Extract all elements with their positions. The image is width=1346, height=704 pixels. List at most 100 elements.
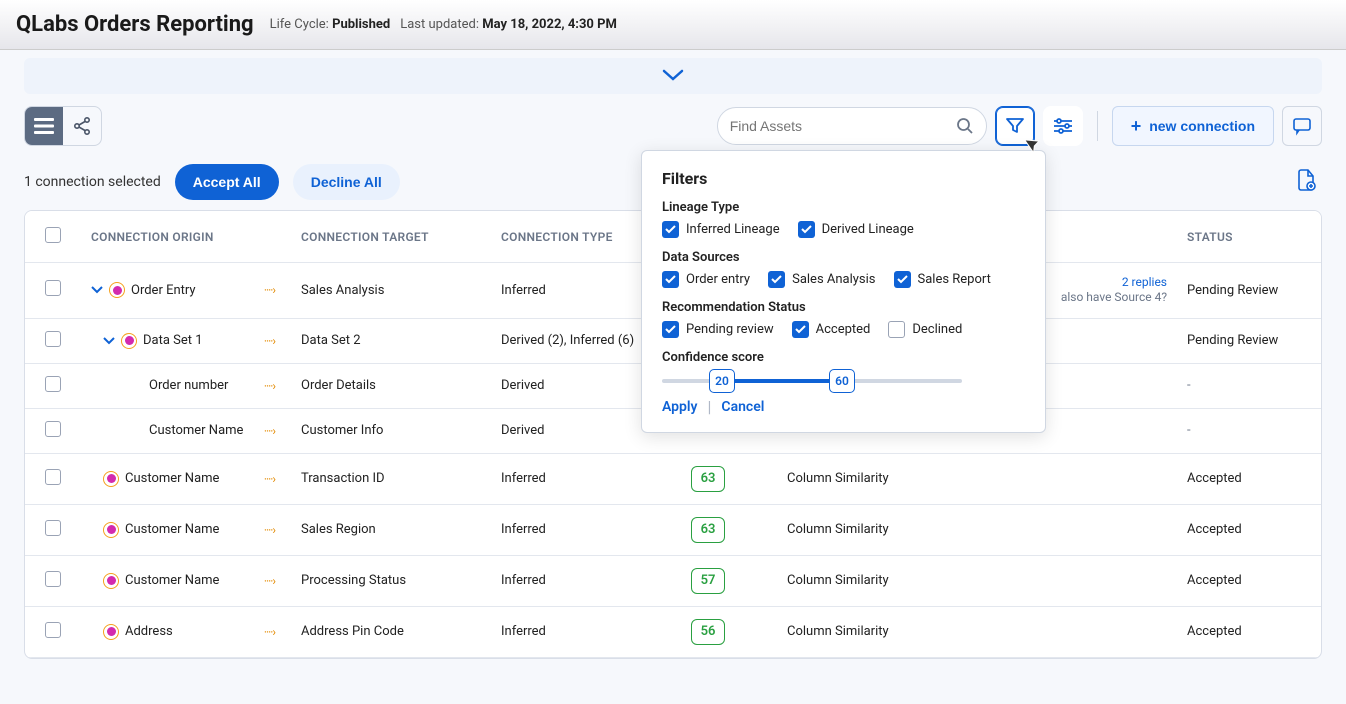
data-sources-label: Data Sources	[662, 250, 1025, 265]
origin-label: Data Set 1	[143, 333, 203, 348]
checkbox-icon	[894, 271, 911, 288]
row-checkbox[interactable]	[45, 622, 61, 638]
table-row: Address····›Address Pin CodeInferred56Co…	[25, 606, 1321, 657]
row-checkbox[interactable]	[45, 421, 61, 437]
origin-label: Address	[125, 624, 173, 639]
checkbox-icon	[662, 321, 679, 338]
target-label: Sales Region	[301, 522, 376, 537]
row-checkbox[interactable]	[45, 376, 61, 392]
confidence-badge: 63	[691, 517, 725, 543]
source-option[interactable]: Order entry	[662, 271, 750, 288]
row-checkbox[interactable]	[45, 571, 61, 587]
breadcrumb-bar[interactable]	[24, 58, 1322, 94]
accept-all-button[interactable]: Accept All	[175, 164, 279, 200]
status-label: -	[1187, 378, 1191, 393]
confidence-badge: 57	[691, 568, 725, 594]
status-label: Accepted	[1187, 573, 1242, 588]
sliders-icon	[1053, 118, 1073, 134]
source-option[interactable]: Sales Analysis	[768, 271, 875, 288]
entity-dot-icon	[103, 471, 119, 487]
column-header-status[interactable]: STATUS	[1177, 211, 1321, 263]
column-header-origin[interactable]: CONNECTION ORIGIN	[81, 211, 291, 263]
share-icon	[72, 116, 92, 136]
rec-status-option[interactable]: Accepted	[792, 321, 871, 338]
settings-sliders-button[interactable]	[1043, 106, 1083, 146]
select-all-checkbox[interactable]	[45, 227, 61, 243]
source-option[interactable]: Sales Report	[894, 271, 991, 288]
confidence-badge: 63	[691, 466, 725, 492]
lineage-option[interactable]: Inferred Lineage	[662, 221, 780, 238]
entity-dot-icon	[103, 573, 119, 589]
type-label: Inferred	[501, 471, 546, 486]
basis-label: Column Similarity	[787, 471, 889, 486]
decline-all-button[interactable]: Decline All	[293, 164, 400, 200]
chevron-down-icon	[662, 69, 684, 83]
type-label: Inferred	[501, 522, 546, 537]
list-view-button[interactable]	[25, 107, 63, 145]
slider-thumb-high[interactable]: 60	[829, 369, 855, 393]
target-label: Sales Analysis	[301, 283, 384, 298]
filters-cancel-button[interactable]: Cancel	[721, 399, 764, 415]
filter-icon	[1005, 116, 1025, 136]
rec-status-option[interactable]: Pending review	[662, 321, 774, 338]
table-row: Customer Name····›Sales RegionInferred63…	[25, 504, 1321, 555]
column-header-target[interactable]: CONNECTION TARGET	[291, 211, 491, 263]
new-connection-button[interactable]: + new connection	[1112, 106, 1274, 146]
checkbox-icon	[662, 271, 679, 288]
checkbox-icon	[662, 221, 679, 238]
search-icon	[956, 117, 974, 135]
search-input-wrap[interactable]	[717, 107, 987, 145]
arrow-icon: ····›	[264, 472, 275, 486]
origin-label: Customer Name	[125, 522, 219, 537]
graph-view-button[interactable]	[63, 107, 101, 145]
arrow-icon: ····›	[264, 625, 275, 639]
checkbox-icon	[888, 321, 905, 338]
lineage-option[interactable]: Derived Lineage	[798, 221, 914, 238]
slider-thumb-low[interactable]: 20	[709, 369, 735, 393]
row-checkbox[interactable]	[45, 469, 61, 485]
confidence-badge: 56	[691, 619, 725, 645]
table-row: Customer Name····›Transaction IDInferred…	[25, 453, 1321, 504]
rec-status-label: Recommendation Status	[662, 300, 1025, 315]
entity-dot-icon	[109, 282, 125, 298]
target-label: Customer Info	[301, 423, 383, 438]
search-input[interactable]	[730, 118, 948, 134]
status-label: Accepted	[1187, 624, 1242, 639]
arrow-icon: ····›	[264, 424, 275, 438]
data-sources-group: Order entry Sales Analysis Sales Report	[662, 271, 1025, 288]
status-label: Pending Review	[1187, 283, 1278, 298]
target-label: Order Details	[301, 378, 376, 393]
header-bar: QLabs Orders Reporting Life Cycle: Publi…	[0, 0, 1346, 50]
row-checkbox[interactable]	[45, 520, 61, 536]
rec-status-option[interactable]: Declined	[888, 321, 962, 338]
arrow-icon: ····›	[264, 334, 275, 348]
chevron-down-icon[interactable]	[91, 285, 103, 295]
comments-button[interactable]	[1282, 106, 1322, 146]
basis-label: Column Similarity	[787, 573, 889, 588]
status-label: Accepted	[1187, 471, 1242, 486]
confidence-slider[interactable]: 20 60	[662, 379, 1025, 383]
type-label: Derived (2), Inferred (6)	[501, 333, 634, 348]
chevron-down-icon[interactable]	[103, 336, 115, 346]
target-label: Address Pin Code	[301, 624, 404, 639]
filters-popover: Filters Lineage Type Inferred LineageDer…	[641, 150, 1046, 433]
row-checkbox[interactable]	[45, 280, 61, 296]
entity-dot-icon	[121, 333, 137, 349]
comment-icon	[1292, 116, 1312, 136]
page-meta: Life Cycle: Published Last updated: May …	[270, 17, 617, 32]
basis-label: Column Similarity	[787, 624, 889, 639]
filters-title: Filters	[662, 169, 1025, 188]
origin-label: Customer Name	[125, 573, 219, 588]
view-toggle	[24, 106, 102, 146]
replies-link[interactable]: 2 replies	[1122, 275, 1167, 289]
origin-label: Customer Name	[149, 423, 243, 438]
export-button[interactable]	[1294, 168, 1322, 196]
filters-apply-button[interactable]: Apply	[662, 399, 698, 415]
row-checkbox[interactable]	[45, 331, 61, 347]
table-row: Customer Name····›Processing StatusInfer…	[25, 555, 1321, 606]
confidence-label: Confidence score	[662, 350, 1025, 365]
type-label: Inferred	[501, 573, 546, 588]
plus-icon: +	[1131, 116, 1142, 137]
arrow-icon: ····›	[264, 283, 275, 297]
lineage-type-group: Inferred Lineage Derived Lineage	[662, 221, 1025, 238]
